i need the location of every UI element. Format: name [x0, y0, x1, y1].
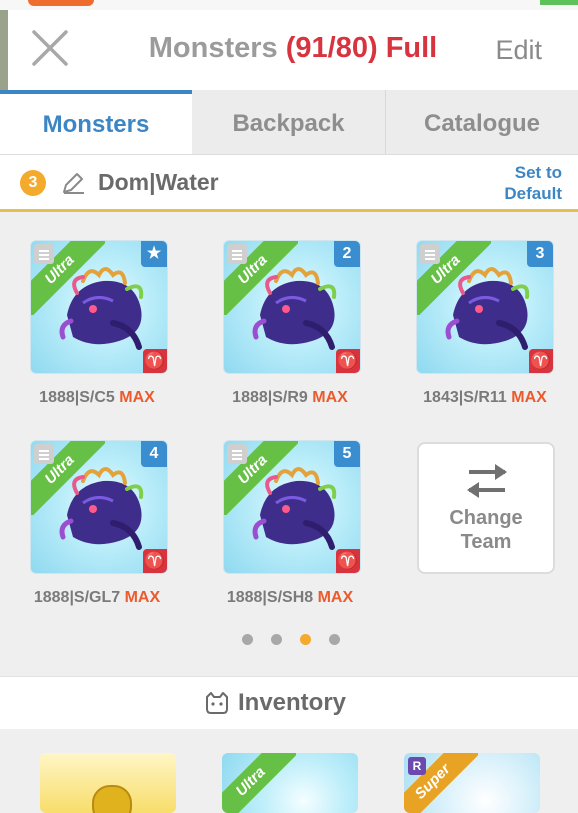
left-rail: [0, 10, 8, 90]
change-team-line1: Change: [449, 507, 523, 529]
inventory-grid: Ultra Super R: [0, 729, 578, 813]
monster-face-icon: [206, 692, 228, 714]
header: Monsters (91/80) Full Edit: [8, 10, 578, 90]
page-dot[interactable]: [271, 634, 282, 645]
rarity-band: Ultra: [222, 753, 296, 813]
monster-level: MAX: [511, 389, 547, 406]
tab-monsters[interactable]: Monsters: [0, 90, 192, 154]
page-indicator: [240, 634, 350, 648]
slot-badge: ★: [141, 241, 167, 267]
team-bar: 3 Dom|Water Set to Default: [0, 155, 578, 212]
full-status: Full: [385, 32, 438, 64]
note-icon[interactable]: [420, 244, 440, 264]
page-dot[interactable]: [242, 634, 253, 645]
monster-caption: 1888|S/C5 MAX: [12, 389, 182, 407]
slot-badge: 4: [141, 441, 167, 467]
monster-caption: 1888|S/GL7 MAX: [12, 589, 182, 607]
set-default-line2: Default: [504, 184, 562, 203]
status-indicator: [28, 0, 94, 6]
monster-code: 1843|S/R11: [423, 389, 512, 406]
inventory-item-ultra[interactable]: Ultra: [222, 753, 358, 813]
slot-badge: 5: [334, 441, 360, 467]
inventory-header[interactable]: Inventory: [0, 676, 578, 730]
monster-card[interactable]: Ultra 4 ♈: [30, 440, 168, 574]
monster-level: MAX: [119, 389, 155, 406]
set-default-button[interactable]: Set to Default: [504, 162, 562, 204]
inventory-label: Inventory: [238, 689, 347, 716]
monster-caption: 1888|S/R9 MAX: [205, 389, 375, 407]
monster-level: MAX: [317, 589, 354, 606]
monster-caption: 1843|S/R11 MAX: [400, 389, 570, 407]
aries-element-icon: ♈: [336, 349, 360, 373]
monster-card[interactable]: Ultra 2 ♈: [223, 240, 361, 374]
monster-code: 1888|S/C5: [39, 389, 120, 406]
slot-badge: 3: [527, 241, 553, 267]
rank-badge: R: [408, 757, 426, 775]
set-default-line1: Set to: [514, 163, 562, 182]
monster-card[interactable]: Ultra 5 ♈: [223, 440, 361, 574]
aries-element-icon: ♈: [143, 549, 167, 573]
aries-element-icon: ♈: [529, 349, 553, 373]
monster-level: MAX: [312, 389, 348, 406]
monster-level: MAX: [124, 589, 161, 606]
gold-coin-icon: [92, 785, 132, 813]
tab-backpack[interactable]: Backpack: [192, 90, 385, 154]
monster-code: 1888|S/R9: [232, 389, 313, 406]
aries-element-icon: ♈: [143, 349, 167, 373]
change-team-button[interactable]: Change Team: [417, 442, 555, 574]
team-number-badge: 3: [20, 170, 46, 196]
note-icon[interactable]: [227, 244, 247, 264]
swap-arrows-icon: [467, 464, 507, 498]
monster-count: (91/80): [285, 32, 378, 64]
monster-code: 1888|S/SH8: [226, 589, 318, 606]
team-name[interactable]: Dom|Water: [98, 169, 219, 196]
monster-code: 1888|S/GL7: [33, 589, 125, 606]
inventory-item-super[interactable]: Super R: [404, 753, 540, 813]
note-icon[interactable]: [34, 244, 54, 264]
page-dot[interactable]: [329, 634, 340, 645]
title-text: Monsters: [148, 32, 278, 64]
page-dot-active[interactable]: [300, 634, 311, 645]
monster-caption: 1888|S/SH8 MAX: [205, 589, 375, 607]
note-icon[interactable]: [34, 444, 54, 464]
battery-indicator: [540, 0, 578, 5]
monster-card[interactable]: Ultra ★ ♈: [30, 240, 168, 374]
tab-bar: Monsters Backpack Catalogue: [0, 90, 578, 155]
tab-catalogue[interactable]: Catalogue: [386, 90, 578, 154]
change-team-line2: Team: [460, 531, 512, 553]
page-title: Monsters (91/80) Full: [8, 32, 578, 65]
inventory-item-gold[interactable]: [40, 753, 176, 813]
slot-badge: 2: [334, 241, 360, 267]
aries-element-icon: ♈: [336, 549, 360, 573]
edit-button[interactable]: Edit: [495, 35, 542, 66]
pencil-icon[interactable]: [60, 170, 86, 196]
note-icon[interactable]: [227, 444, 247, 464]
monster-card[interactable]: Ultra 3 ♈: [416, 240, 554, 374]
